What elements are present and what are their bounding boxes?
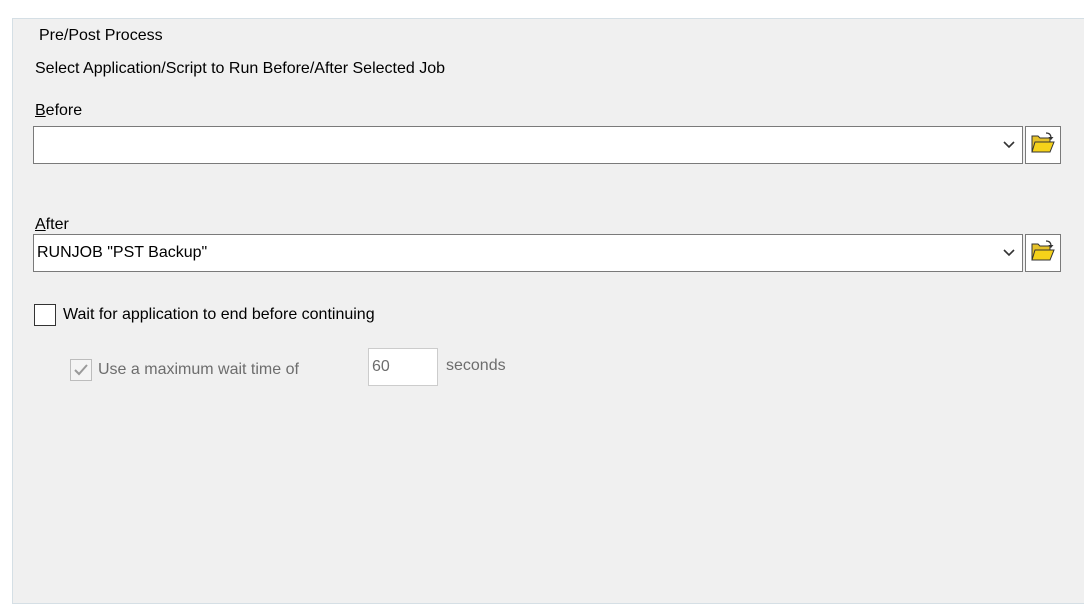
after-label: After [35,215,69,235]
after-value: RUNJOB "PST Backup" [37,244,208,261]
instruction-text: Select Application/Script to Run Before/… [35,60,446,77]
open-folder-icon [1031,239,1055,267]
before-accel: B [35,102,46,119]
wait-checkbox[interactable] [34,304,56,326]
group-title: Pre/Post Process [35,26,166,46]
after-browse-button[interactable] [1025,234,1061,272]
wait-checkbox-label[interactable]: Wait for application to end before conti… [63,305,375,325]
before-label: Before [35,101,82,121]
pre-post-process-group: Pre/Post Process Select Application/Scri… [12,18,1084,604]
max-wait-seconds-input[interactable]: 60 [368,348,438,386]
before-label-rest: efore [45,102,83,119]
after-accel: A [35,216,46,233]
after-label-rest: fter [45,216,69,233]
max-wait-checkbox[interactable] [70,359,92,381]
after-combobox[interactable]: RUNJOB "PST Backup" [33,234,1023,272]
checkmark-icon [74,364,88,376]
chevron-down-icon[interactable] [996,127,1022,163]
seconds-unit-label: seconds [446,357,506,374]
chevron-down-icon[interactable] [996,235,1022,271]
before-browse-button[interactable] [1025,126,1061,164]
open-folder-icon [1031,131,1055,159]
max-wait-label[interactable]: Use a maximum wait time of [98,360,299,380]
before-combobox[interactable] [33,126,1023,164]
